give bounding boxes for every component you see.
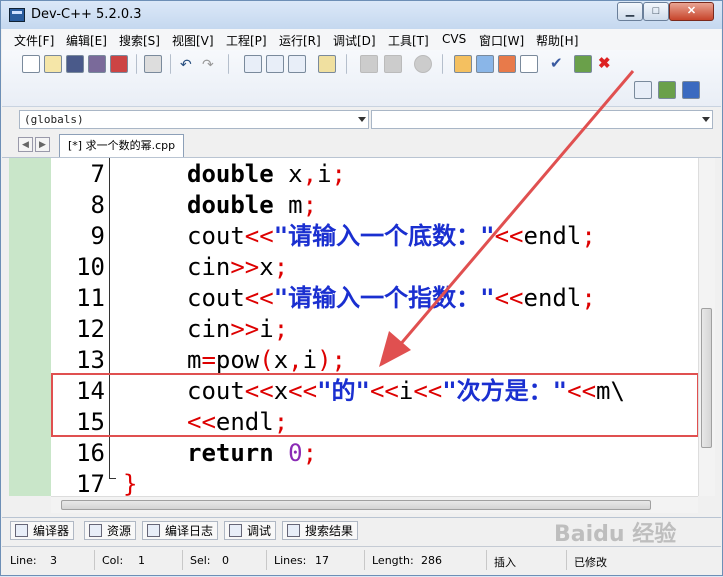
resources-icon <box>89 524 102 537</box>
status-insert-mode: 插入 <box>494 556 516 569</box>
status-line-label: Line: <box>10 554 37 567</box>
status-length-value: 286 <box>421 554 442 567</box>
status-lines-value: 17 <box>315 554 329 567</box>
status-col-value: 1 <box>138 554 145 567</box>
tab-debug[interactable]: 调试 <box>224 521 277 540</box>
tab-resources[interactable]: 资源 <box>84 521 137 540</box>
status-sel-value: 0 <box>222 554 229 567</box>
tab-search-results[interactable]: 搜索结果 <box>282 521 359 540</box>
status-length-label: Length: <box>372 554 414 567</box>
status-bar: Line: 3 Col: 1 Sel: 0 Lines: 17 Length: … <box>2 546 721 573</box>
status-line-value: 3 <box>50 554 57 567</box>
tab-compiler[interactable]: 编译器 <box>10 521 75 540</box>
annotation-arrow-line <box>397 70 635 347</box>
status-divider <box>182 550 183 570</box>
status-lines-label: Lines: <box>274 554 307 567</box>
compiler-icon <box>15 524 28 537</box>
status-col-label: Col: <box>102 554 124 567</box>
annotation-arrow <box>379 70 635 367</box>
debug-check-icon <box>229 524 242 537</box>
devcpp-window: Dev-C++ 5.2.0.3 ▁ □ ✕ 文件[F] 编辑[E] 搜索[S] … <box>0 0 723 576</box>
search-results-icon <box>287 524 300 537</box>
status-divider <box>566 550 567 570</box>
status-divider <box>94 550 95 570</box>
status-sel-label: Sel: <box>190 554 211 567</box>
compile-log-icon <box>147 524 160 537</box>
status-divider <box>266 550 267 570</box>
status-divider <box>486 550 487 570</box>
watermark: Baidu 经验 <box>554 522 677 547</box>
status-modified: 已修改 <box>574 556 607 569</box>
tab-compile-log[interactable]: 编译日志 <box>142 521 219 540</box>
status-divider <box>364 550 365 570</box>
